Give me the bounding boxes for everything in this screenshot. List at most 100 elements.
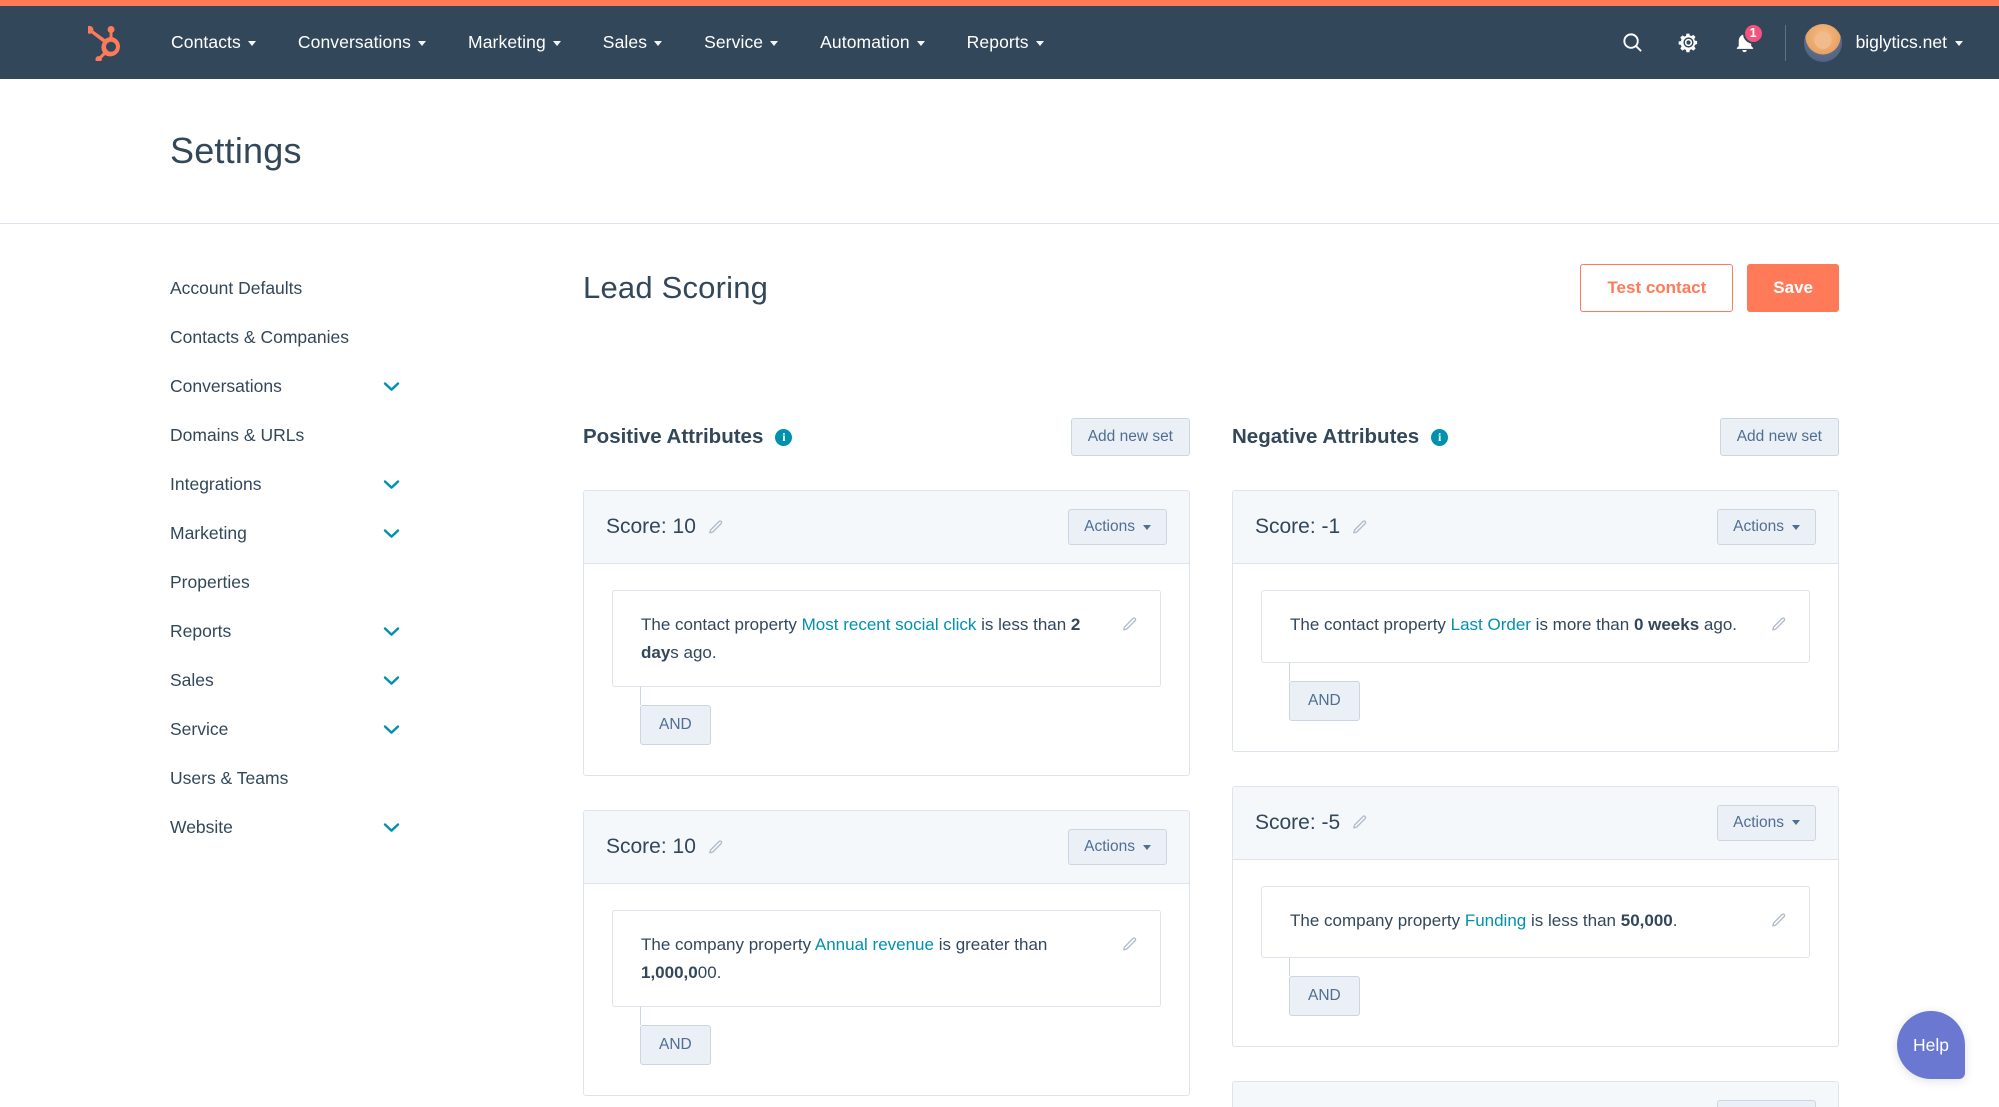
and-button[interactable]: AND bbox=[1289, 680, 1360, 721]
sidebar-item-label: Service bbox=[170, 719, 229, 739]
score-card: Score: 10 Actions The company property A… bbox=[583, 810, 1190, 1097]
chevron-down-icon bbox=[418, 41, 427, 46]
chevron-down-icon bbox=[1035, 41, 1044, 46]
edit-pencil-icon[interactable] bbox=[1121, 614, 1138, 642]
score-card-header: Score: 10 Actions bbox=[584, 811, 1189, 885]
score-card: Score: 10 Actions The contact property M… bbox=[583, 490, 1190, 777]
nav-item-contacts[interactable]: Contacts bbox=[150, 24, 277, 61]
page-title: Settings bbox=[170, 130, 302, 171]
save-button[interactable]: Save bbox=[1747, 264, 1839, 312]
filter-value: 0 weeks bbox=[1633, 615, 1700, 634]
notifications-button[interactable]: 1 bbox=[1717, 15, 1773, 71]
account-name-label: biglytics.net bbox=[1855, 32, 1947, 52]
and-button[interactable]: AND bbox=[1289, 976, 1360, 1017]
chevron-down-icon bbox=[654, 41, 663, 46]
filter-row[interactable]: The contact property Most recent social … bbox=[612, 590, 1161, 688]
filter-row[interactable]: The company property Funding is less tha… bbox=[1261, 885, 1810, 959]
score-label: Score: -1 bbox=[1255, 515, 1341, 538]
actions-button[interactable]: Actions bbox=[1717, 804, 1816, 841]
chevron-down-icon bbox=[552, 41, 561, 46]
chevron-down-icon bbox=[1792, 820, 1800, 826]
primary-nav-items: Contacts Conversations Marketing Sales S… bbox=[150, 24, 1065, 61]
edit-pencil-icon[interactable] bbox=[1121, 934, 1138, 962]
account-menu[interactable]: biglytics.net bbox=[1856, 32, 1963, 53]
edit-pencil-icon[interactable] bbox=[1351, 814, 1368, 831]
edit-pencil-icon[interactable] bbox=[707, 839, 724, 856]
score-card-body: The contact property Last Order is more … bbox=[1233, 564, 1838, 751]
add-new-set-button-negative[interactable]: Add new set bbox=[1719, 418, 1839, 456]
test-contact-button[interactable]: Test contact bbox=[1580, 264, 1734, 312]
nav-item-service[interactable]: Service bbox=[683, 24, 799, 61]
sidebar-item-label: Marketing bbox=[170, 523, 247, 543]
sidebar-item-label: Reports bbox=[170, 621, 232, 641]
page-body: Account Defaults Contacts & Companies Co… bbox=[0, 224, 1999, 1107]
score-label: Score: -5 bbox=[1255, 810, 1341, 834]
positive-attributes-title: Positive Attributes bbox=[583, 425, 764, 448]
connector-line bbox=[1289, 662, 1290, 681]
info-icon[interactable]: i bbox=[1431, 428, 1449, 446]
positive-column-header: Positive Attributes i Add new set bbox=[583, 418, 1190, 456]
and-connector-wrap: AND bbox=[612, 687, 1161, 746]
connector-line bbox=[1289, 958, 1290, 977]
sidebar-item-label: Sales bbox=[170, 670, 214, 690]
filter-property[interactable]: Annual revenue bbox=[815, 935, 934, 954]
nav-item-label: Reports bbox=[966, 32, 1029, 52]
actions-button[interactable]: Actions bbox=[1068, 829, 1167, 866]
filter-prefix: The contact property bbox=[641, 615, 802, 634]
score-card: Score: -1 Actions The contact property L… bbox=[1232, 490, 1839, 752]
edit-pencil-icon[interactable] bbox=[707, 519, 724, 536]
nav-item-reports[interactable]: Reports bbox=[946, 24, 1065, 61]
filter-prefix: The company property bbox=[1290, 910, 1465, 930]
add-new-set-button-positive[interactable]: Add new set bbox=[1070, 418, 1190, 456]
main-header: Lead Scoring Test contact Save bbox=[300, 264, 1999, 312]
filter-prefix: The company property bbox=[641, 935, 815, 955]
nav-right-cluster: 1 biglytics.net bbox=[1605, 15, 1963, 71]
filter-suffix: . bbox=[1672, 910, 1678, 930]
actions-button[interactable]: Actions bbox=[1717, 509, 1816, 545]
edit-pencil-icon[interactable] bbox=[1770, 614, 1787, 642]
settings-button[interactable] bbox=[1661, 15, 1717, 71]
settings-title-band: Settings bbox=[0, 79, 1999, 224]
actions-label: Actions bbox=[1084, 518, 1135, 535]
filter-prefix: The contact property bbox=[1290, 615, 1451, 634]
search-button[interactable] bbox=[1605, 15, 1661, 71]
filter-text: The company property Funding is less tha… bbox=[1290, 907, 1770, 935]
filter-suffix: 00. bbox=[697, 962, 722, 982]
actions-button[interactable]: Actions bbox=[1068, 509, 1167, 545]
info-icon[interactable]: i bbox=[775, 428, 793, 446]
nav-item-marketing[interactable]: Marketing bbox=[447, 24, 582, 61]
sidebar-item-label: Integrations bbox=[170, 474, 262, 494]
avatar[interactable] bbox=[1803, 23, 1842, 62]
nav-item-conversations[interactable]: Conversations bbox=[277, 24, 447, 61]
hubspot-logo[interactable] bbox=[88, 25, 122, 61]
nav-item-automation[interactable]: Automation bbox=[799, 24, 946, 61]
search-icon bbox=[1623, 33, 1642, 52]
filter-text: The contact property Last Order is more … bbox=[1290, 611, 1770, 639]
edit-pencil-icon[interactable] bbox=[1770, 910, 1787, 938]
and-button[interactable]: AND bbox=[640, 1025, 711, 1066]
sidebar-item-label: Properties bbox=[170, 572, 250, 592]
filter-text: The company property Annual revenue is g… bbox=[641, 931, 1121, 986]
nav-item-label: Marketing bbox=[468, 32, 546, 52]
filter-property[interactable]: Last Order bbox=[1451, 615, 1531, 634]
help-button[interactable]: Help bbox=[1897, 1011, 1965, 1079]
filter-property[interactable]: Funding bbox=[1465, 911, 1526, 930]
filter-row[interactable]: The contact property Last Order is more … bbox=[1261, 590, 1810, 663]
actions-button[interactable]: Actions bbox=[1717, 1100, 1816, 1107]
sidebar-item-label: Account Defaults bbox=[170, 278, 303, 298]
and-button[interactable]: AND bbox=[640, 705, 711, 746]
filter-suffix: s ago. bbox=[670, 642, 717, 662]
score-label: Score: 10 bbox=[606, 515, 696, 538]
filter-suffix: ago. bbox=[1699, 615, 1737, 634]
chevron-down-icon bbox=[1792, 524, 1800, 530]
filter-operator: is greater than bbox=[933, 935, 1048, 955]
actions-label: Actions bbox=[1733, 813, 1784, 831]
score-card-header: Score: -5 Actions bbox=[1233, 786, 1838, 860]
sidebar-item-label: Conversations bbox=[170, 376, 282, 396]
filter-property[interactable]: Most recent social click bbox=[802, 615, 977, 634]
edit-pencil-icon[interactable] bbox=[1351, 519, 1368, 536]
chevron-down-icon bbox=[916, 41, 925, 46]
filter-row[interactable]: The company property Annual revenue is g… bbox=[612, 910, 1161, 1008]
nav-item-sales[interactable]: Sales bbox=[582, 24, 683, 61]
score-label: Score: 10 bbox=[606, 835, 696, 859]
